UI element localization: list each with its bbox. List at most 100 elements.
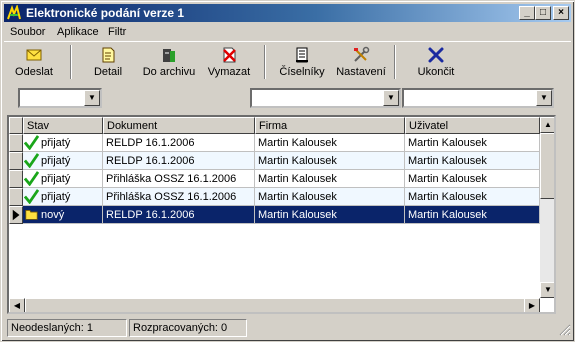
exit-button[interactable]: Ukončit: [414, 46, 458, 82]
scroll-down-arrow-icon[interactable]: ▼: [540, 282, 554, 298]
table-row[interactable]: přijatý RELDP 16.1.2006 Martin Kalousek …: [9, 152, 540, 170]
scroll-right-arrow-icon[interactable]: ▶: [524, 298, 540, 312]
menu-soubor[interactable]: Soubor: [10, 26, 45, 38]
close-button[interactable]: ×: [553, 6, 569, 20]
delete-icon: [223, 47, 236, 63]
menu-bar: Soubor Aplikace Filtr: [4, 23, 571, 41]
documents-grid[interactable]: Stav Dokument Firma Uživatel přijatý REL…: [7, 115, 556, 314]
toolbar-separator: [70, 45, 72, 79]
close-x-icon: [428, 47, 444, 63]
delete-label: Vymazat: [207, 66, 251, 78]
document-cell: Přihláška OSSZ 16.1.2006: [103, 170, 255, 188]
scroll-left-arrow-icon[interactable]: ◀: [9, 298, 25, 312]
check-icon: [24, 171, 39, 186]
toolbar: Odeslat Detail Do archivu Vymazat Číseln…: [4, 41, 571, 83]
status-cell: přijatý: [23, 134, 103, 152]
archive-icon: [163, 49, 175, 62]
filter-user-select[interactable]: ▼: [402, 88, 554, 108]
window-title: Elektronické podání verze 1: [26, 6, 185, 20]
status-label: přijatý: [41, 173, 71, 185]
filter-status-select[interactable]: ▼: [18, 88, 102, 108]
archive-button[interactable]: Do archivu: [139, 46, 199, 82]
tools-icon: [354, 46, 370, 62]
detail-button[interactable]: Detail: [88, 46, 128, 82]
vertical-scrollbar[interactable]: ▲ ▼: [540, 117, 554, 298]
menu-filtr[interactable]: Filtr: [108, 26, 126, 38]
horizontal-scrollbar[interactable]: ◀ ▶: [9, 298, 540, 312]
table-row[interactable]: přijatý Přihláška OSSZ 16.1.2006 Martin …: [9, 188, 540, 206]
status-label: přijatý: [41, 137, 71, 149]
toolbar-separator: [264, 45, 266, 79]
row-indicator[interactable]: [9, 188, 23, 206]
column-header-user[interactable]: Uživatel: [405, 117, 540, 134]
row-indicator[interactable]: [9, 134, 23, 152]
current-row-arrow-icon: [12, 209, 20, 221]
chevron-down-icon[interactable]: ▼: [383, 90, 399, 106]
document-cell: Přihláška OSSZ 16.1.2006: [103, 188, 255, 206]
document-icon: [102, 47, 115, 63]
chevron-down-icon[interactable]: ▼: [536, 90, 552, 106]
archive-label: Do archivu: [142, 66, 196, 78]
row-indicator[interactable]: [9, 152, 23, 170]
status-unsent: Neodeslaných: 1: [7, 319, 127, 337]
company-cell: Martin Kalousek: [255, 170, 405, 188]
maximize-button[interactable]: □: [535, 6, 551, 20]
column-header-company[interactable]: Firma: [255, 117, 405, 134]
table-row[interactable]: přijatý Přihláška OSSZ 16.1.2006 Martin …: [9, 170, 540, 188]
company-cell: Martin Kalousek: [255, 206, 405, 224]
check-icon: [24, 153, 39, 168]
settings-label: Nastavení: [336, 66, 386, 78]
main-window: Elektronické podání verze 1 _ □ × Soubor…: [0, 0, 575, 342]
menu-aplikace[interactable]: Aplikace: [57, 26, 99, 38]
scroll-up-arrow-icon[interactable]: ▲: [540, 117, 554, 133]
status-cell: přijatý: [23, 152, 103, 170]
company-cell: Martin Kalousek: [255, 188, 405, 206]
column-header-status[interactable]: Stav: [23, 117, 103, 134]
resize-grip-icon[interactable]: [558, 323, 571, 336]
document-cell: RELDP 16.1.2006: [103, 134, 255, 152]
table-row-selected[interactable]: nový RELDP 16.1.2006 Martin Kalousek Mar…: [9, 206, 540, 224]
document-cell: RELDP 16.1.2006: [103, 206, 255, 224]
user-cell: Martin Kalousek: [405, 188, 540, 206]
document-cell: RELDP 16.1.2006: [103, 152, 255, 170]
title-bar[interactable]: Elektronické podání verze 1 _ □ ×: [4, 4, 571, 22]
app-icon: [7, 5, 21, 20]
company-cell: Martin Kalousek: [255, 152, 405, 170]
minimize-button[interactable]: _: [519, 6, 535, 20]
check-icon: [24, 135, 39, 150]
status-in-progress: Rozpracovaných: 0: [129, 319, 247, 337]
send-button[interactable]: Odeslat: [12, 46, 56, 82]
status-cell: přijatý: [23, 188, 103, 206]
grid-corner: [9, 117, 23, 134]
user-cell: Martin Kalousek: [405, 206, 540, 224]
delete-button[interactable]: Vymazat: [204, 46, 254, 82]
column-header-document[interactable]: Dokument: [103, 117, 255, 134]
envelope-icon: [26, 49, 42, 61]
row-indicator[interactable]: [9, 170, 23, 188]
status-label: přijatý: [41, 191, 71, 203]
settings-button[interactable]: Nastavení: [334, 46, 388, 82]
exit-label: Ukončit: [417, 66, 455, 78]
row-indicator[interactable]: [9, 206, 23, 224]
chevron-down-icon[interactable]: ▼: [84, 90, 100, 106]
detail-label: Detail: [93, 66, 123, 78]
codelists-label: Číselníky: [279, 66, 325, 78]
list-icon: [296, 47, 308, 63]
user-cell: Martin Kalousek: [405, 134, 540, 152]
status-label: přijatý: [41, 155, 71, 167]
company-cell: Martin Kalousek: [255, 134, 405, 152]
toolbar-separator: [394, 45, 396, 79]
filter-company-select[interactable]: ▼: [250, 88, 401, 108]
codelists-button[interactable]: Číselníky: [277, 46, 327, 82]
horizontal-scroll-thumb[interactable]: [25, 298, 525, 312]
status-cell: přijatý: [23, 170, 103, 188]
user-cell: Martin Kalousek: [405, 170, 540, 188]
status-label: nový: [41, 209, 65, 221]
vertical-scroll-thumb[interactable]: [540, 133, 554, 199]
status-cell: nový: [23, 206, 103, 224]
check-icon: [24, 189, 39, 204]
folder-icon: [25, 210, 38, 220]
send-label: Odeslat: [15, 66, 53, 78]
user-cell: Martin Kalousek: [405, 152, 540, 170]
table-row[interactable]: přijatý RELDP 16.1.2006 Martin Kalousek …: [9, 134, 540, 152]
